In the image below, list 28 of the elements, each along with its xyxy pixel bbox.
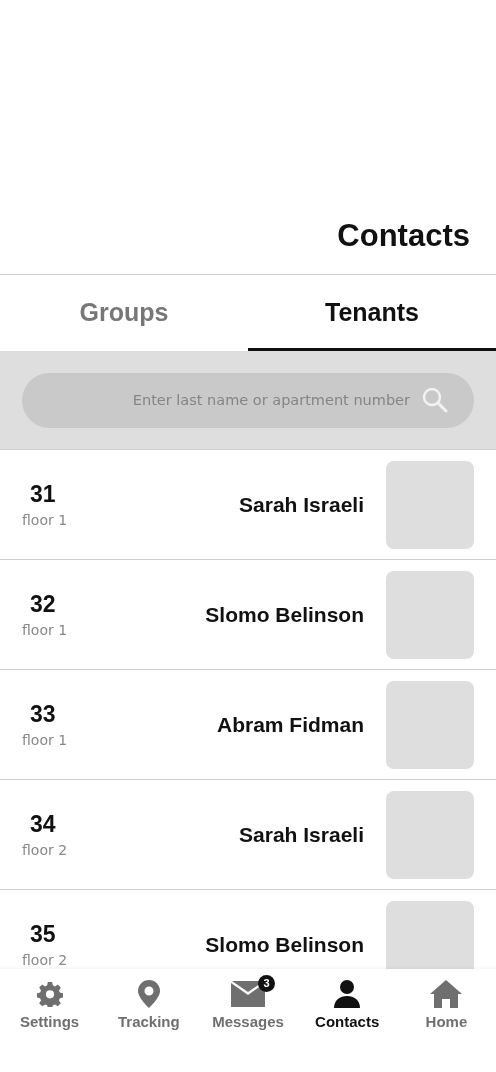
contact-name: Abram Fidman: [215, 712, 364, 737]
floor-label: floor 1: [22, 512, 68, 528]
floor-label: floor 2: [22, 842, 68, 858]
person-icon: [333, 980, 362, 1008]
house-icon: [430, 980, 463, 1008]
page-title: Contacts: [337, 218, 470, 254]
floor-label: floor 2: [22, 952, 68, 968]
contact-name: Sarah Israeli: [238, 492, 364, 517]
contact-name: Sarah Israeli: [238, 822, 364, 847]
apartment-number: 34: [30, 811, 56, 838]
nav-item[interactable]: Home: [396, 979, 496, 1030]
floor-label: floor 1: [22, 732, 68, 748]
notification-badge: 3: [258, 975, 275, 992]
apartment-number: 35: [30, 921, 56, 948]
map-pin-icon: [137, 980, 160, 1008]
gear-icon: [36, 981, 63, 1007]
apartment-number: 31: [30, 481, 56, 508]
search-field[interactable]: Enter last name or apartment number: [22, 372, 474, 428]
nav-item[interactable]: Settings: [0, 979, 100, 1030]
contact-name: Slomo Belinson: [204, 932, 364, 957]
nav-item[interactable]: Tracking: [99, 979, 199, 1030]
floor-label: floor 1: [22, 622, 68, 638]
contact-name: Slomo Belinson: [204, 602, 364, 627]
envelope-icon: [231, 981, 265, 1007]
nav-item[interactable]: Contacts: [297, 979, 397, 1030]
apartment-number: 33: [30, 701, 56, 728]
search-icon: [422, 386, 448, 413]
apartment-number: 32: [30, 591, 56, 618]
